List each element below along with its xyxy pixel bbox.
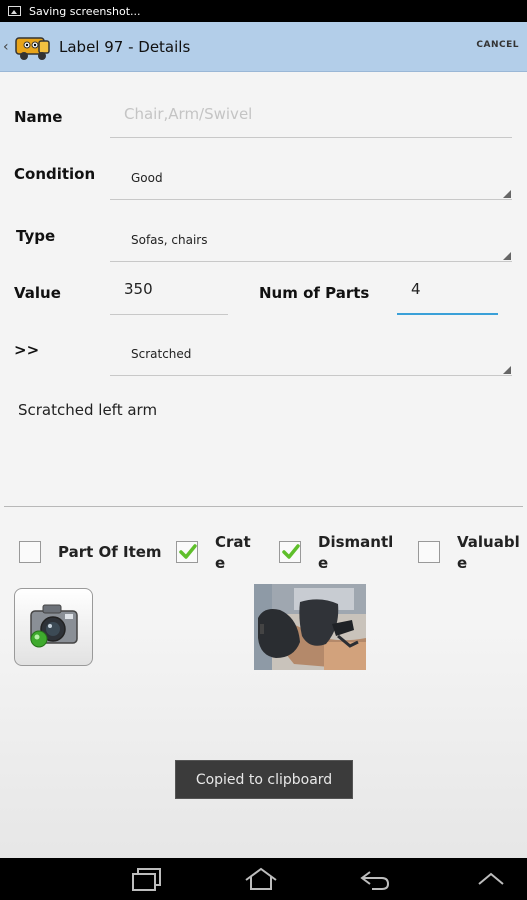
page-title: Label 97 - Details [59,37,191,56]
home-icon[interactable] [243,866,279,892]
truck-icon[interactable] [13,30,53,64]
condition-label: Condition [14,165,96,183]
notes-field[interactable]: Scratched left arm [18,401,157,419]
valuable-label-line1: Valuabl [457,533,520,551]
num-parts-label: Num of Parts [259,284,370,302]
dismantle-label-line2: e [318,554,329,572]
dismantle-checkbox[interactable] [279,541,301,563]
divider [4,506,523,507]
camera-icon [30,604,78,648]
toast-message: Copied to clipboard [175,760,353,799]
crate-checkbox[interactable] [176,541,198,563]
condition-spinner-underline [110,199,512,200]
back-chevron-icon[interactable]: ‹ [3,39,11,55]
valuable-checkbox[interactable] [418,541,440,563]
value-label: Value [14,284,61,302]
spinner-arrow-icon [503,252,511,260]
collapse-icon[interactable] [476,866,506,892]
type-spinner-underline [110,261,512,262]
condition-spinner[interactable]: Good [131,171,163,185]
chair-photo[interactable] [254,584,366,670]
num-parts-input[interactable]: 4 [411,280,421,298]
dismantle-label-line1: Dismantl [318,533,394,551]
value-input-underline [110,314,228,315]
damage-label: >> [14,341,40,359]
checkmark-icon [179,544,197,559]
camera-button[interactable] [14,588,93,666]
name-input-underline [110,137,512,138]
navigation-bar [0,858,527,900]
status-notification-text: Saving screenshot... [29,4,141,18]
damage-spinner[interactable]: Scratched [131,347,191,361]
cancel-button[interactable]: CANCEL [476,40,519,50]
part-of-item-checkbox[interactable] [19,541,41,563]
image-icon [8,6,21,16]
crate-label-line2: e [215,554,226,572]
spinner-arrow-icon [503,190,511,198]
name-label: Name [14,108,63,126]
back-icon[interactable] [358,866,392,892]
recent-apps-icon[interactable] [130,866,162,892]
type-label: Type [16,227,56,245]
checkmark-icon [282,544,300,559]
crate-label-line1: Crat [215,533,251,551]
damage-spinner-underline [110,375,512,376]
type-spinner[interactable]: Sofas, chairs [131,233,208,247]
name-input[interactable]: Chair,Arm/Swivel [124,105,252,123]
part-of-item-label: Part Of Item [58,543,162,561]
action-bar: ‹ Label 97 - Details CANCEL [0,22,527,72]
valuable-label-line2: e [457,554,468,572]
status-bar: Saving screenshot... [0,0,527,22]
value-input[interactable]: 350 [124,280,153,298]
spinner-arrow-icon [503,366,511,374]
num-parts-input-underline [397,313,498,315]
